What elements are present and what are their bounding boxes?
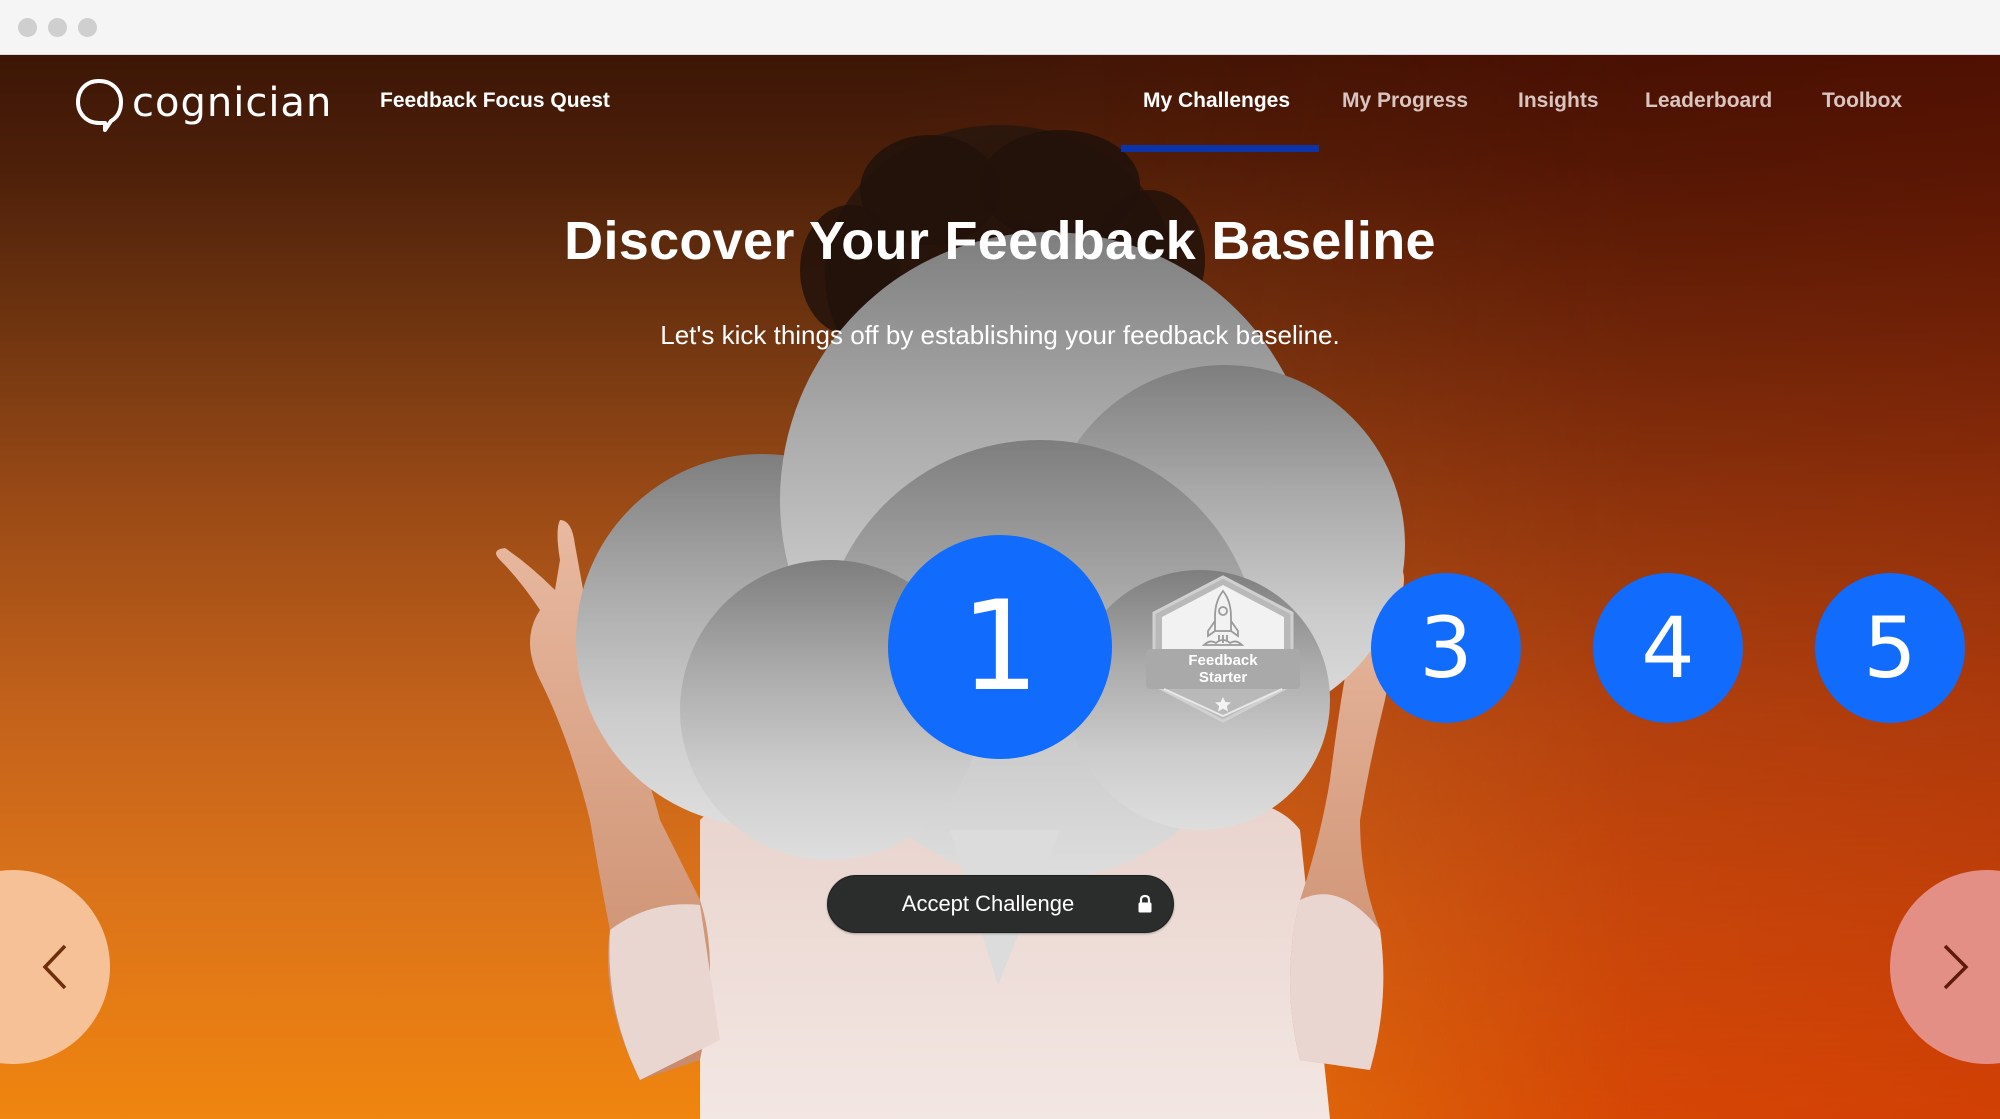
step-number: 5 [1863,599,1917,697]
step-3[interactable]: 3 [1371,573,1521,723]
step-5[interactable]: 5 [1815,573,1965,723]
nav-toolbox[interactable]: Toolbox [1822,89,1902,113]
nav-my-challenges[interactable]: My Challenges [1143,89,1290,113]
speech-bubble-icon [76,79,123,132]
step-number: 1 [960,575,1040,719]
step-current[interactable]: 1 [888,535,1112,759]
badge-label-line1: Feedback [1188,652,1258,669]
top-navigation: cognician Feedback Focus Quest My Challe… [0,55,2000,155]
page-subtitle: Let's kick things off by establishing yo… [660,320,1340,350]
nav-insights[interactable]: Insights [1518,89,1599,113]
previous-challenge-button[interactable] [0,870,110,1064]
accept-challenge-button[interactable]: Accept Challenge [827,875,1174,933]
nav-my-progress[interactable]: My Progress [1342,89,1468,113]
quest-title: Feedback Focus Quest [380,89,610,112]
lock-icon [1138,894,1152,913]
step-4[interactable]: 4 [1593,573,1743,723]
cognician-logo[interactable]: cognician [74,77,332,133]
step-number: 4 [1641,599,1695,697]
logo-wordmark: cognician [132,80,333,126]
nav-leaderboard[interactable]: Leaderboard [1645,89,1772,113]
page-title: Discover Your Feedback Baseline [564,211,1436,271]
badge-label-line2: Starter [1198,669,1248,686]
accept-challenge-label: Accept Challenge [901,891,1075,916]
chevron-left-icon [42,944,67,990]
window-close-button[interactable] [18,18,37,37]
browser-title-bar [0,0,2000,55]
badge-hexagon-icon [1146,575,1300,723]
chevron-right-icon [1943,944,1969,990]
active-tab-indicator [1121,145,1319,152]
window-maximize-button[interactable] [78,18,97,37]
step-number: 3 [1419,599,1473,697]
next-challenge-button[interactable] [1890,870,2000,1064]
window-minimize-button[interactable] [48,18,67,37]
feedback-starter-badge[interactable]: Feedback Starter [1146,573,1300,725]
